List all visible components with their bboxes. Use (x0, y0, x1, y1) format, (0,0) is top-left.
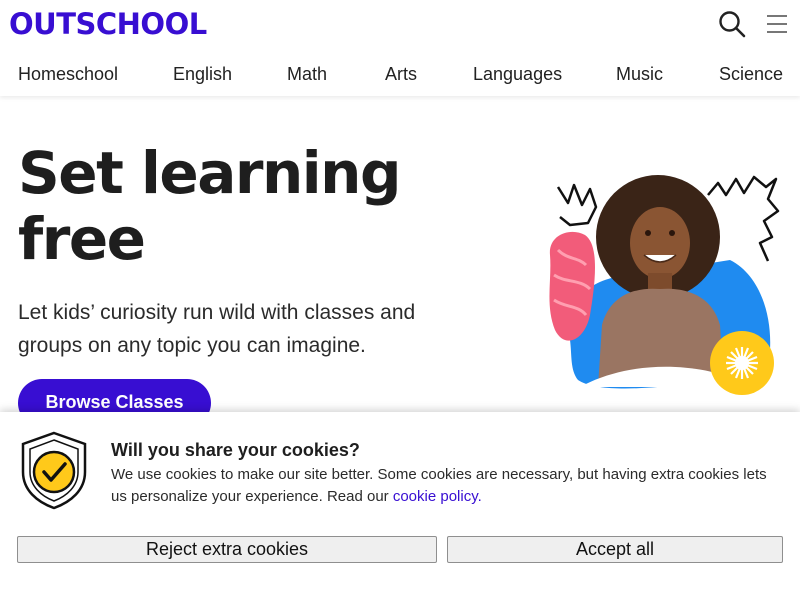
hero-title-line-2: free (18, 205, 146, 273)
nav-item-homeschool[interactable]: Homeschool (18, 60, 118, 88)
cookie-banner: Will you share your cookies? We use cook… (0, 412, 800, 600)
category-nav: Homeschool English Math Arts Languages M… (0, 60, 800, 88)
accept-all-cookies-button[interactable]: Accept all (447, 536, 783, 563)
site-header: OUTSCHOOL Homeschool English Math Arts L… (0, 0, 800, 96)
search-icon[interactable] (717, 9, 747, 39)
hero-illustration (540, 165, 785, 400)
nav-item-english[interactable]: English (173, 60, 232, 88)
shield-check-icon (19, 430, 89, 510)
girl-face (630, 207, 690, 279)
hero-title: Set learning free (18, 140, 478, 272)
nav-item-languages[interactable]: Languages (473, 60, 562, 88)
nav-item-math[interactable]: Math (287, 60, 327, 88)
cookie-banner-text: We use cookies to make our site better. … (111, 464, 781, 508)
cookie-policy-link[interactable]: cookie policy. (393, 488, 482, 505)
outschool-logo[interactable]: OUTSCHOOL (9, 7, 207, 41)
nav-item-science[interactable]: Science (719, 60, 783, 88)
hero-subtitle: Let kids’ curiosity run wild with classe… (18, 301, 416, 357)
nav-item-music[interactable]: Music (616, 60, 663, 88)
reject-extra-cookies-button[interactable]: Reject extra cookies (17, 536, 437, 563)
hero-title-line-1: Set learning (18, 139, 401, 207)
nav-item-arts[interactable]: Arts (385, 60, 417, 88)
cookie-banner-title: Will you share your cookies? (111, 440, 360, 460)
zigzag-doodle-left (556, 183, 598, 227)
hamburger-menu-icon[interactable] (764, 12, 790, 36)
